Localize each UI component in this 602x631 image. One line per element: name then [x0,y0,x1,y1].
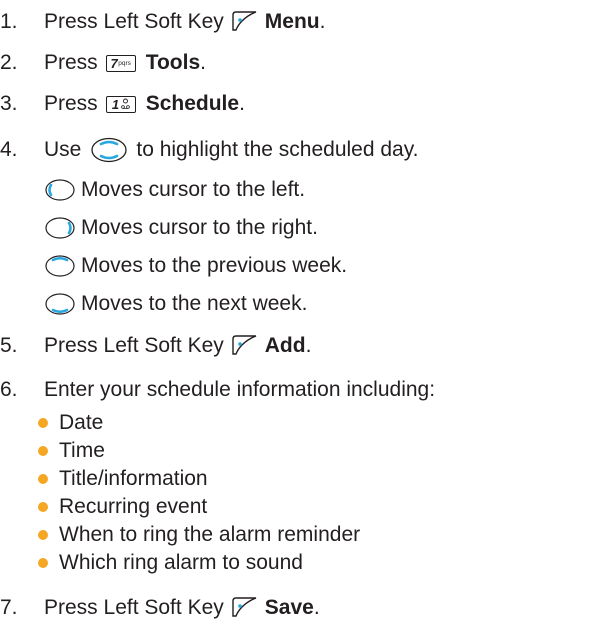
step-text: Use [44,138,82,161]
nav-move-right: Moves cursor to the right. [44,215,318,241]
step-text: Press Left Soft Key [44,10,224,33]
list-item: Recurring event [38,494,207,520]
step-text: to highlight the scheduled day. [136,138,419,161]
step-text: Press [44,92,98,115]
add-label: Add [264,334,306,357]
save-label: Save [264,596,314,619]
bullet-icon [38,446,48,456]
step-text: Press [44,51,98,74]
nav-up-icon [45,255,75,277]
menu-label: Menu [264,10,320,33]
nav-down-icon [45,293,75,315]
nav-move-left: Moves cursor to the left. [44,177,305,203]
bullet-icon [38,418,48,428]
key-letters: pqrs [118,59,131,67]
list-item: Time [38,438,105,464]
step-punct: . [319,10,326,33]
bullet-icon [38,502,48,512]
voicemail-icon [120,98,130,109]
step-4: 4. Use to highlight the scheduled day. [0,137,419,163]
step-2: 2. Press 7 pqrs Tools. [0,50,206,76]
step-number: 2. [0,51,18,74]
step-punct: . [313,596,320,619]
key-digit: 1 [111,96,119,112]
list-item-text: Date [59,411,104,434]
nav-move-text: Moves to the previous week. [81,254,348,277]
nav-right-icon [45,217,75,239]
step-3: 3. Press 1 Schedule. [0,91,245,117]
bullet-icon [38,530,48,540]
step-number: 7. [0,596,18,619]
schedule-label: Schedule [145,92,240,115]
nav-move-text: Moves cursor to the right. [81,216,318,239]
step-1: 1. Press Left Soft Key Menu. [0,9,325,35]
step-5: 5. Press Left Soft Key Add. [0,333,311,359]
key-1-icon: 1 [105,95,136,113]
step-number: 4. [0,138,18,161]
step-punct: . [200,51,206,74]
list-item-text: Time [59,439,105,462]
step-punct: . [305,334,312,357]
key-digit: 7 [110,55,118,71]
list-item-text: Which ring alarm to sound [59,551,303,574]
nav-move-text: Moves to the next week. [81,292,308,315]
list-item: Which ring alarm to sound [38,550,303,576]
step-number: 1. [0,10,18,33]
nav-left-icon [45,179,75,201]
step-number: 3. [0,92,18,115]
left-soft-key-icon [232,335,257,355]
step-number: 6. [0,378,18,401]
nav-move-text: Moves cursor to the left. [81,178,306,201]
step-punct: . [239,92,245,115]
bullet-icon [38,474,48,484]
list-item-text: Recurring event [59,495,208,518]
tools-label: Tools [145,51,201,74]
navigation-key-icon [91,137,128,163]
step-text: Press Left Soft Key [44,596,224,619]
nav-move-down: Moves to the next week. [44,291,307,317]
list-item: Date [38,410,103,436]
bullet-icon [38,558,48,568]
list-item: When to ring the alarm reminder [38,522,360,548]
list-item-text: When to ring the alarm reminder [59,523,361,546]
key-7-icon: 7 pqrs [105,54,136,72]
list-item: Title/information [38,466,208,492]
left-soft-key-icon [232,11,257,31]
left-soft-key-icon [232,597,257,617]
step-7: 7. Press Left Soft Key Save. [0,595,320,621]
step-text: Enter your schedule information includin… [44,378,436,401]
nav-move-up: Moves to the previous week. [44,253,347,279]
step-6: 6. Enter your schedule information inclu… [0,377,435,403]
step-text: Press Left Soft Key [44,334,224,357]
list-item-text: Title/information [59,467,208,490]
step-number: 5. [0,334,18,357]
